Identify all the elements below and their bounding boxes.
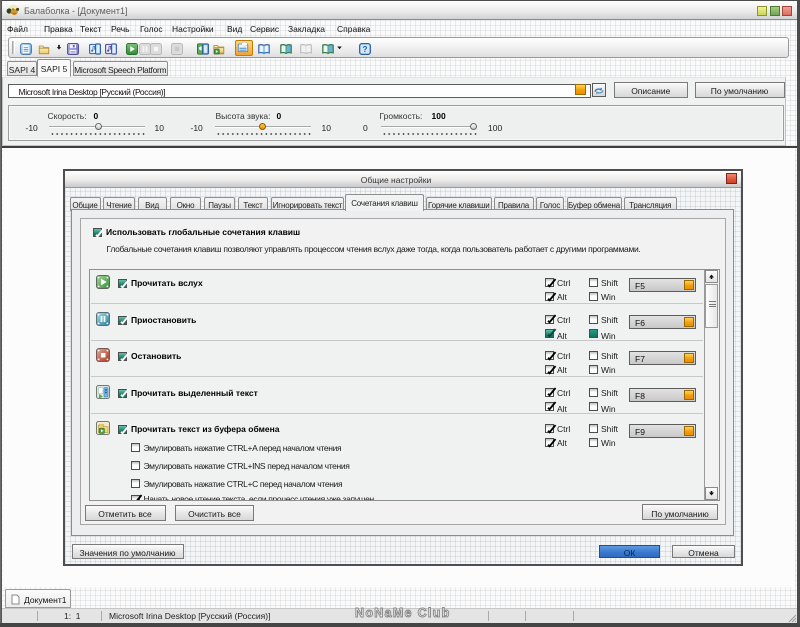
svg-text:?: ? bbox=[362, 45, 367, 54]
